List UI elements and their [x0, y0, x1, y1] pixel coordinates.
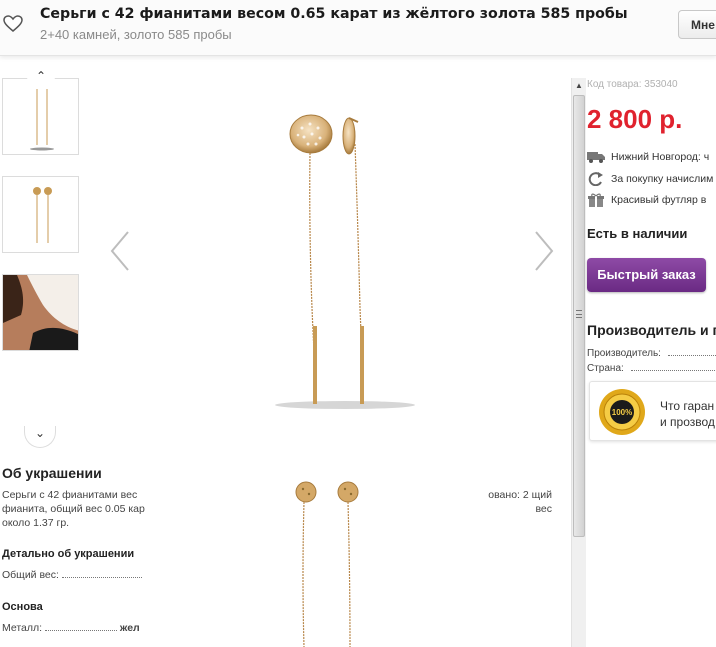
thumbnails-down-button[interactable]: ⌄: [24, 426, 56, 448]
product-subtitle: 2+40 камней, золото 585 пробы: [40, 27, 232, 42]
base-heading: Основа: [2, 601, 43, 613]
truck-icon: [587, 150, 605, 164]
about-heading: Об украшении: [2, 465, 102, 481]
guarantee-text: Что гаран и прозвод: [660, 398, 715, 430]
prev-image-arrow[interactable]: [108, 228, 134, 274]
thumbnails-up-button[interactable]: ⌃: [27, 67, 55, 83]
grip-icon: [576, 310, 582, 318]
chevron-down-icon: ⌄: [34, 426, 46, 440]
main-product-image: [275, 114, 415, 409]
feature-bonus-text: За покупку начислим: [611, 172, 714, 185]
country-row: Страна:: [587, 363, 716, 374]
weight-row: Общий вес:: [2, 569, 148, 581]
chevron-right-icon: [535, 231, 554, 271]
feature-delivery: Нижний Новгород: ч: [587, 150, 709, 164]
dotted-leader: [44, 623, 117, 631]
thumbnail-1[interactable]: [2, 78, 79, 155]
feature-bonus: За покупку начислим: [587, 172, 713, 186]
scroll-up-arrow[interactable]: ▲: [572, 78, 586, 94]
scroll-thumb[interactable]: [573, 95, 585, 537]
more-button[interactable]: Мне: [678, 10, 716, 39]
product-header: Серьги с 42 фианитами весом 0.65 карат и…: [0, 0, 716, 56]
heart-icon[interactable]: [3, 15, 23, 33]
secondary-product-image: [295, 481, 359, 647]
badge-text: 100%: [612, 408, 632, 417]
metal-label: Металл:: [2, 622, 43, 634]
guarantee-line-1: Что гаран: [660, 399, 715, 413]
feature-delivery-text: Нижний Новгород: ч: [611, 150, 710, 163]
guarantee-line-2: и прозвод: [660, 415, 715, 429]
feature-gift-text: Красивый футляр в: [611, 193, 707, 206]
thumbnail-3[interactable]: [2, 274, 79, 351]
details-heading: Детально об украшении: [2, 548, 135, 560]
maker-row: Производитель:: [587, 348, 716, 359]
gift-icon: [587, 193, 605, 207]
chevron-up-icon: ⌃: [35, 69, 47, 83]
metal-value: жел: [119, 622, 140, 634]
refresh-icon: [587, 172, 605, 186]
quick-order-button[interactable]: Быстрый заказ: [587, 258, 706, 292]
guarantee-block[interactable]: 100% Что гаран и прозвод: [589, 381, 716, 441]
thumbnail-2[interactable]: [2, 176, 79, 253]
metal-row: Металл: жел: [2, 622, 148, 634]
stock-status: Есть в наличии: [587, 226, 688, 241]
product-title: Серьги с 42 фианитами весом 0.65 карат и…: [40, 6, 628, 22]
dotted-leader: [61, 570, 142, 578]
dotted-leader: [630, 363, 716, 371]
weight-label: Общий вес:: [2, 569, 59, 581]
chevron-left-icon: [110, 231, 129, 271]
about-text: Серьги с 42 фианитами вес фианита, общий…: [2, 489, 145, 529]
about-text-right: овано: 2 щий вес: [488, 489, 552, 515]
feature-gift: Красивый футляр в: [587, 193, 706, 207]
maker-label: Производитель:: [587, 348, 661, 359]
maker-heading: Производитель и п: [587, 322, 716, 338]
sku: Код товара: 353040: [587, 79, 678, 90]
country-label: Страна:: [587, 363, 624, 374]
dotted-leader: [667, 348, 716, 356]
sidebar-scrollbar[interactable]: ▲: [571, 78, 586, 647]
guarantee-badge-icon: 100%: [599, 389, 645, 435]
next-image-arrow[interactable]: [530, 228, 556, 274]
price: 2 800 р.: [587, 104, 683, 134]
